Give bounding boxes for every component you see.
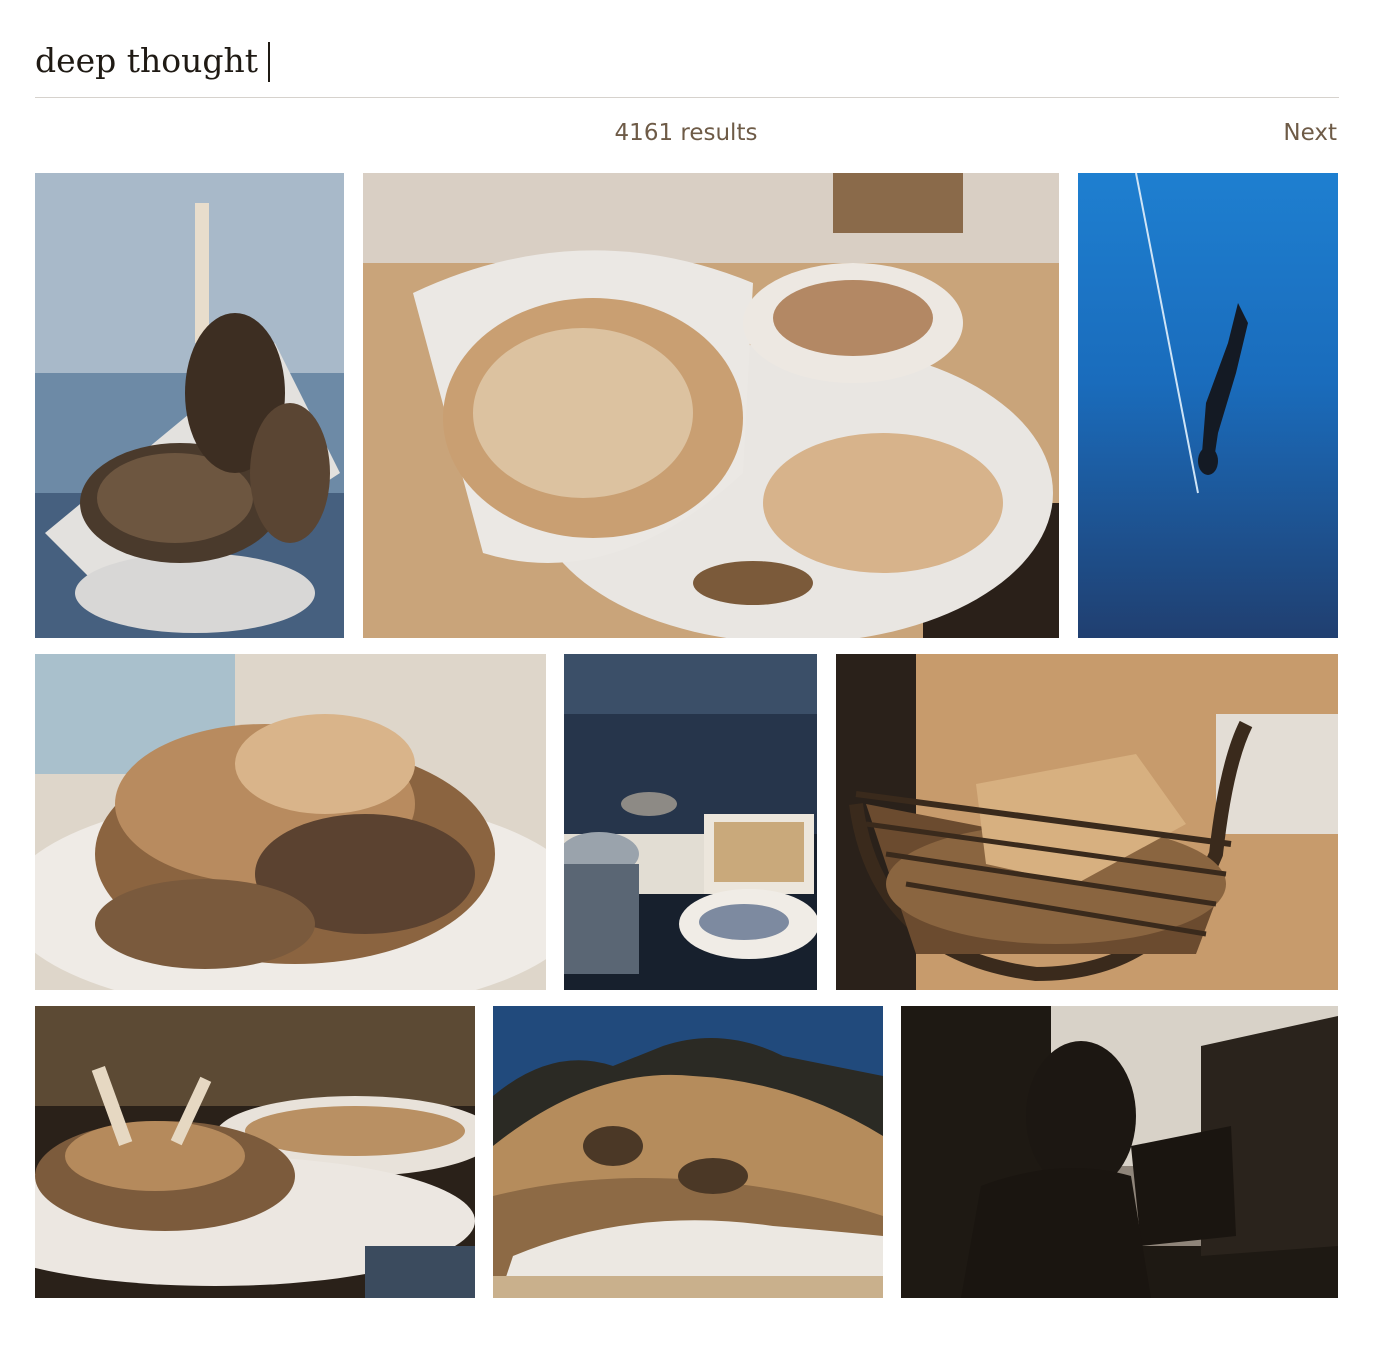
photo-tile[interactable] [564,654,817,990]
photo-image [35,173,344,638]
photo-image [35,654,546,990]
photo-image [564,654,817,990]
photo-tile[interactable] [901,1006,1338,1298]
photo-image [1078,173,1338,638]
photo-tile[interactable] [493,1006,883,1298]
photo-tile[interactable] [1078,173,1338,638]
photo-image [901,1006,1338,1298]
photo-image [493,1006,883,1298]
photo-tile[interactable] [35,654,546,990]
results-count: 4161 results [614,120,758,146]
photo-image [363,173,1059,638]
search-bar [35,30,1339,98]
photo-tile[interactable] [836,654,1338,990]
text-cursor [268,42,270,82]
photo-tile[interactable] [35,173,344,638]
photo-image [35,1006,475,1298]
next-page-link[interactable]: Next [1283,120,1337,146]
photo-tile[interactable] [363,173,1059,638]
photo-tile[interactable] [35,1006,475,1298]
photo-image [836,654,1338,990]
search-input[interactable] [35,32,1339,88]
